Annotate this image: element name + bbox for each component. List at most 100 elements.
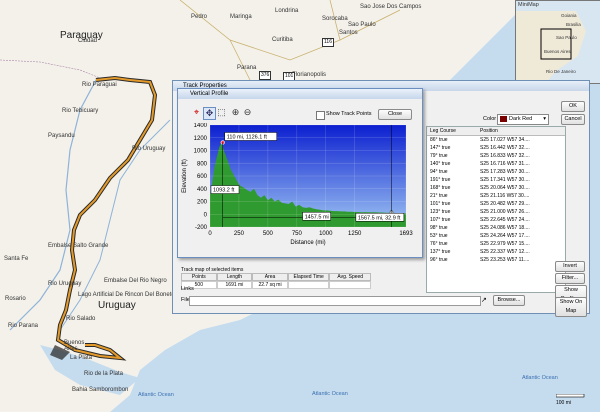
- y-tick-label: 1400: [194, 123, 208, 129]
- vertical-profile-title: Vertical Profile: [178, 89, 422, 99]
- stat-header-elapsed: Elapsed Time: [287, 273, 330, 281]
- annotation-label: 1093.2 ft: [213, 188, 235, 194]
- cancel-button[interactable]: Cancel: [561, 114, 585, 125]
- cell-leg-course: 94° true: [430, 169, 448, 175]
- color-label: Color: [483, 116, 497, 122]
- annotation-label: 1567.5 mi, 32.9 ft: [358, 215, 401, 221]
- map-label-sorocaba: Sorocaba: [322, 16, 348, 22]
- open-link-icon[interactable]: ↗: [481, 296, 487, 304]
- map-label-londrina: Londrina: [275, 8, 299, 14]
- links-label: Links: [181, 286, 194, 292]
- chevron-down-icon: ▾: [543, 116, 546, 122]
- table-row[interactable]: 107° true S25 22.645 W57 24....: [427, 216, 565, 224]
- y-axis-label: Elevation (ft): [182, 159, 188, 193]
- cell-position: S25 16.716 W57 31....: [480, 161, 530, 167]
- mm-label-2: Sao Paulo: [556, 35, 577, 40]
- vertical-profile-dialog: Vertical Profile ⌖ ✥ ⬚ ⊕ ⊖ Show Track Po…: [177, 88, 423, 258]
- table-row[interactable]: 53° true S25 24.264 W57 17....: [427, 232, 565, 240]
- y-tick-label: 800: [197, 161, 208, 167]
- color-swatch: [500, 115, 507, 122]
- minimap-canvas[interactable]: Goiania Brasilia Sao Paulo Buenos Aires …: [516, 1, 600, 83]
- zoom-in-icon[interactable]: ⊕: [230, 107, 241, 118]
- col-header-leg-course[interactable]: Leg Course: [427, 127, 480, 135]
- table-row[interactable]: 147° true S25 16.442 W57 32....: [427, 144, 565, 152]
- map-label-paysandu: Paysandu: [48, 133, 75, 139]
- show-track-points-checkbox[interactable]: [316, 111, 325, 120]
- scale-label: 100 mi: [556, 400, 572, 406]
- show-on-map-button[interactable]: Show On Map: [555, 297, 587, 317]
- cell-leg-course: 101° true: [430, 201, 451, 207]
- x-tick-label: 250: [234, 231, 245, 237]
- zoom-out-icon[interactable]: ⊖: [242, 107, 253, 118]
- cell-position: S25 17.027 W57 34....: [480, 137, 530, 143]
- cell-leg-course: 137° true: [430, 249, 451, 255]
- map-label-rio-uruguay2: Rio Uruguay: [48, 281, 82, 287]
- table-row[interactable]: 76° true S25 22.979 W57 15....: [427, 240, 565, 248]
- stat-header-speed: Avg. Speed: [329, 273, 371, 281]
- map-label-aires: Aires: [64, 346, 78, 352]
- map-label-ciudad: Ciudad: [78, 38, 98, 44]
- track-stats: Track map of selected items Points Lengt…: [181, 267, 371, 289]
- color-value: Dark Red: [509, 116, 533, 122]
- cell-leg-course: 96° true: [430, 257, 448, 263]
- minimap[interactable]: MiniMap Goiania Brasilia Sao Paulo Bueno…: [515, 0, 600, 84]
- stat-area: 22.7 sq mi: [252, 281, 288, 289]
- table-row[interactable]: 94° true S25 17.283 W57 30....: [427, 168, 565, 176]
- zoom-rect-icon[interactable]: ⬚: [216, 107, 227, 118]
- map-label-rio-uruguay: Rio Uruguay: [132, 146, 166, 152]
- col-header-position[interactable]: Position: [480, 127, 562, 135]
- cell-leg-course: 76° true: [430, 241, 448, 247]
- map-label-maringa: Maringa: [230, 14, 252, 20]
- target-tool-icon[interactable]: ⌖: [191, 107, 202, 118]
- invert-button[interactable]: Invert: [555, 261, 585, 272]
- y-tick-label: 600: [197, 174, 208, 180]
- map-label-uruguay: Uruguay: [98, 300, 136, 311]
- map-label-saopaulo: Sao Paulo: [348, 22, 376, 28]
- table-row[interactable]: 21° true S25 21.116 W57 30....: [427, 192, 565, 200]
- table-row[interactable]: 123° true S25 21.000 W57 26....: [427, 208, 565, 216]
- cell-position: S25 16.442 W57 32....: [480, 145, 530, 151]
- table-row[interactable]: 168° true S25 20.064 W57 30....: [427, 184, 565, 192]
- map-label-rio-parana: Rio Parana: [8, 323, 39, 329]
- map-label-rio-negro: Embalse Del Rio Negro: [104, 278, 167, 284]
- stat-elapsed: [287, 281, 330, 289]
- close-button[interactable]: Close: [378, 109, 412, 120]
- cell-leg-course: 168° true: [430, 185, 451, 191]
- filter-button[interactable]: Filter...: [555, 273, 585, 284]
- map-label-rio-paraguai: Rio Paraguai: [82, 82, 117, 88]
- table-row[interactable]: 140° true S25 16.716 W57 31....: [427, 160, 565, 168]
- ok-button[interactable]: OK: [561, 101, 585, 112]
- file-url-input[interactable]: [189, 296, 481, 306]
- table-row[interactable]: 137° true S25 22.337 W57 12....: [427, 248, 565, 256]
- elevation-chart[interactable]: -2000200400600800100012001400 0 250 500 750…: [178, 123, 422, 251]
- browse-button[interactable]: Browse...: [493, 295, 525, 306]
- road-shield-s116: 116: [322, 38, 334, 47]
- x-axis-label: Distance (mi): [290, 240, 325, 246]
- table-row[interactable]: 79° true S25 16.833 W57 32....: [427, 152, 565, 160]
- map-label-rio-sal: Rio Salado: [66, 316, 96, 322]
- cell-leg-course: 123° true: [430, 209, 451, 215]
- stat-speed: [329, 281, 371, 289]
- table-row[interactable]: 86° true S25 17.027 W57 34....: [427, 136, 565, 144]
- pan-tool-icon[interactable]: ✥: [203, 107, 216, 120]
- y-tick-label: 1200: [194, 136, 208, 142]
- cell-leg-course: 147° true: [430, 145, 451, 151]
- table-row[interactable]: 98° true S25 24.086 W57 18....: [427, 224, 565, 232]
- map-label-la-plata: La Plata: [70, 355, 93, 361]
- cell-leg-course: 107° true: [430, 217, 451, 223]
- table-row[interactable]: 191° true S25 17.341 W57 30....: [427, 176, 565, 184]
- table-row[interactable]: 96° true S25 23.253 W57 11....: [427, 256, 565, 264]
- map-label-lago: Lago Artificial De Rincon Del Bonete: [78, 292, 175, 298]
- table-row[interactable]: 101° true S25 20.482 W57 29....: [427, 200, 565, 208]
- cell-position: S25 22.979 W57 15....: [480, 241, 530, 247]
- show-track-points-label: Show Track Points: [326, 111, 372, 117]
- map-label-curitiba: Curitiba: [272, 37, 293, 43]
- x-tick-label: 500: [263, 231, 274, 237]
- track-points-table[interactable]: Leg Course Position 86° true S25 17.027 W…: [426, 126, 566, 293]
- color-select[interactable]: Dark Red ▾: [497, 114, 549, 125]
- cell-position: S25 16.833 W57 32....: [480, 153, 530, 159]
- map-label-atlantic3: Atlantic Ocean: [522, 375, 558, 381]
- y-axis-ticks: -200 0 200 400 600 800 1000 1200 1400: [194, 123, 208, 231]
- road-shield-s376: 376: [259, 71, 272, 80]
- map-label-santa-fe: Santa Fe: [4, 256, 29, 262]
